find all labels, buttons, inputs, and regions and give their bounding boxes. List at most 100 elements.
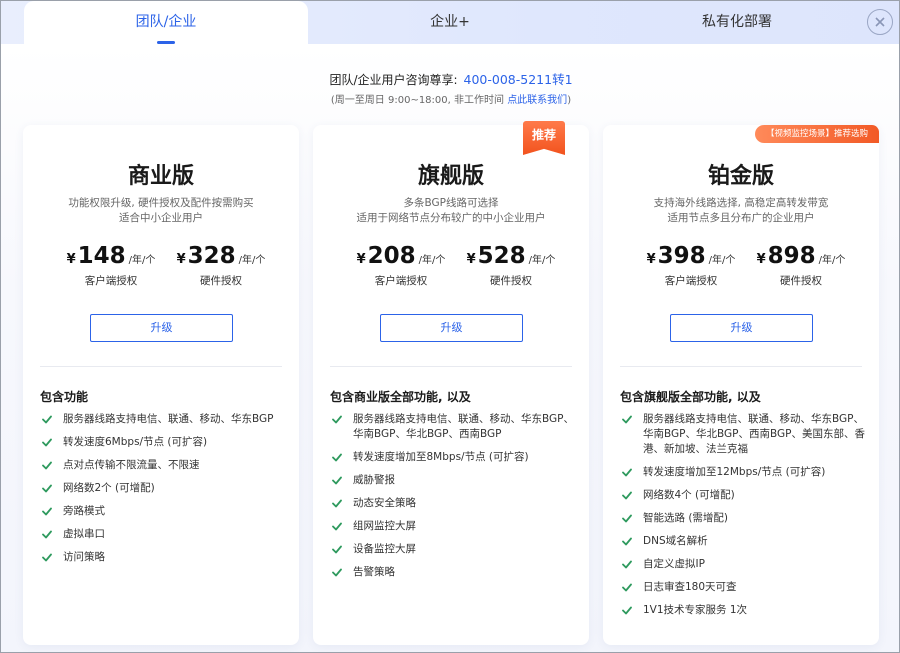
check-icon [622, 468, 632, 477]
feature-item: 1V1技术专家服务 1次 [620, 603, 865, 618]
feature-text: 服务器线路支持电信、联通、移动、华东BGP、华南BGP、华北BGP、西南BGP [353, 413, 574, 440]
feature-list: 服务器线路支持电信、联通、移动、华东BGP 转发速度6Mbps/节点 (可扩容) 点… [40, 412, 285, 573]
feature-item: 转发速度增加至12Mbps/节点 (可扩容) [620, 465, 865, 480]
tab-private-deployment[interactable]: 私有化部署 [592, 1, 882, 44]
tab-enterprise-plus[interactable]: 企业+ [308, 1, 592, 44]
check-icon [42, 461, 52, 470]
price-type: 客户端授权 [84, 275, 138, 287]
plan-desc-line: 适用节点多且分布广的企业用户 [667, 212, 815, 224]
plan-desc-line: 适用于网络节点分布较广的中小企业用户 [356, 212, 546, 224]
price-unit: /年/个 [708, 255, 736, 266]
check-icon [332, 568, 342, 577]
consult-text: 团队/企业用户咨询尊享: [329, 73, 458, 87]
plan-card-platinum: 【视频监控场景】推荐选购 铂金版 支持海外线路选择, 高稳定高转发带宽 适用节点… [603, 125, 879, 645]
feature-text: 转发速度增加至8Mbps/节点 (可扩容) [353, 451, 529, 463]
scenario-badge: 【视频监控场景】推荐选购 [755, 125, 879, 143]
feature-item: DNS域名解析 [620, 534, 865, 549]
currency-symbol: ¥ [176, 252, 186, 267]
price-client: ¥208/年/个 客户端授权 [341, 243, 461, 288]
price-hardware: ¥328/年/个 硬件授权 [161, 243, 281, 288]
price-type: 硬件授权 [490, 275, 532, 287]
currency-symbol: ¥ [66, 252, 76, 267]
feature-item: 威胁警报 [330, 473, 575, 488]
price-amount: 208 [367, 243, 416, 269]
price-hardware: ¥528/年/个 硬件授权 [451, 243, 571, 288]
check-icon [332, 476, 342, 485]
feature-text: 网络数2个 (可增配) [63, 482, 155, 494]
close-icon [875, 17, 885, 27]
feature-text: 智能选路 (需增配) [643, 512, 729, 524]
check-icon [622, 560, 632, 569]
price-client: ¥398/年/个 客户端授权 [631, 243, 751, 288]
contact-us-link[interactable]: 点此联系我们 [507, 95, 567, 106]
feature-text: 访问策略 [63, 551, 105, 563]
price-amount: 398 [657, 243, 706, 269]
currency-symbol: ¥ [646, 252, 656, 267]
features-title: 包含商业版全部功能, 以及 [330, 390, 471, 404]
upgrade-button[interactable]: 升级 [670, 314, 813, 342]
feature-item: 网络数4个 (可增配) [620, 488, 865, 503]
plan-title: 旗舰版 [417, 164, 484, 189]
check-icon [42, 415, 52, 424]
feature-item: 虚拟串口 [40, 527, 285, 542]
price-unit: /年/个 [418, 255, 446, 266]
price-amount: 328 [187, 243, 236, 269]
feature-text: 1V1技术专家服务 1次 [643, 604, 748, 616]
feature-item: 服务器线路支持电信、联通、移动、华东BGP、华南BGP、华北BGP、西南BGP [330, 412, 575, 442]
close-button[interactable] [867, 9, 893, 35]
plan-desc: 功能权限升级, 硬件授权及配件按需购买 适合中小企业用户 [23, 196, 299, 226]
price-amount: 898 [767, 243, 816, 269]
check-icon [622, 491, 632, 500]
check-icon [622, 537, 632, 546]
hours-suffix: ) [567, 95, 572, 106]
feature-item: 自定义虚拟IP [620, 557, 865, 572]
feature-item: 旁路模式 [40, 504, 285, 519]
feature-text: 服务器线路支持电信、联通、移动、华东BGP、华南BGP、华北BGP、西南BGP、… [643, 413, 865, 455]
feature-text: 虚拟串口 [63, 528, 105, 540]
consult-phone[interactable]: 400-008-5211转1 [464, 72, 573, 87]
feature-list: 服务器线路支持电信、联通、移动、华东BGP、华南BGP、华北BGP、西南BGP、… [620, 412, 865, 626]
feature-text: 动态安全策略 [353, 497, 416, 509]
price-type: 硬件授权 [780, 275, 822, 287]
feature-item: 动态安全策略 [330, 496, 575, 511]
plan-desc-line: 适合中小企业用户 [119, 212, 203, 224]
price-type: 硬件授权 [200, 275, 242, 287]
recommended-badge: 推荐 [523, 121, 565, 155]
price-hardware: ¥898/年/个 硬件授权 [741, 243, 861, 288]
consult-line: 团队/企业用户咨询尊享: 400-008-5211转1 [1, 69, 899, 88]
plan-title: 铂金版 [707, 164, 774, 189]
feature-item: 转发速度增加至8Mbps/节点 (可扩容) [330, 450, 575, 465]
currency-symbol: ¥ [356, 252, 366, 267]
plan-card-business: 商业版 功能权限升级, 硬件授权及配件按需购买 适合中小企业用户 ¥148/年/… [23, 125, 299, 645]
check-icon [42, 507, 52, 516]
check-icon [332, 522, 342, 531]
upgrade-button[interactable]: 升级 [90, 314, 233, 342]
feature-text: 组网监控大屏 [353, 520, 416, 532]
plan-desc-line: 支持海外线路选择, 高稳定高转发带宽 [653, 197, 829, 209]
divider [330, 366, 572, 367]
price-unit: /年/个 [528, 255, 556, 266]
check-icon [42, 438, 52, 447]
price-client: ¥148/年/个 客户端授权 [51, 243, 171, 288]
features-title: 包含功能 [40, 390, 89, 404]
price-amount: 148 [77, 243, 126, 269]
feature-text: 转发速度增加至12Mbps/节点 (可扩容) [643, 466, 826, 478]
features-title: 包含旗舰版全部功能, 以及 [620, 390, 761, 404]
pricing-dialog: 团队/企业 企业+ 私有化部署 团队/企业用户咨询尊享: 400-008-5211… [0, 0, 900, 653]
check-icon [622, 415, 632, 424]
main-content: 团队/企业用户咨询尊享: 400-008-5211转1 (周一至周日 9:00~1… [1, 44, 899, 652]
feature-item: 服务器线路支持电信、联通、移动、华东BGP、华南BGP、华北BGP、西南BGP、… [620, 412, 865, 457]
plan-desc-line: 多条BGP线路可选择 [403, 197, 499, 209]
tab-team-enterprise[interactable]: 团队/企业 [24, 1, 308, 44]
hours-prefix: (周一至周日 9:00~18:00, 非工作时间 [330, 95, 508, 106]
plan-tabs: 团队/企业 企业+ 私有化部署 [1, 1, 899, 44]
check-icon [332, 415, 342, 424]
feature-text: 网络数4个 (可增配) [643, 489, 735, 501]
check-icon [332, 453, 342, 462]
plan-desc: 支持海外线路选择, 高稳定高转发带宽 适用节点多且分布广的企业用户 [603, 196, 879, 226]
upgrade-button[interactable]: 升级 [380, 314, 523, 342]
price-unit: /年/个 [238, 255, 266, 266]
feature-text: 转发速度6Mbps/节点 (可扩容) [63, 436, 208, 448]
feature-item: 组网监控大屏 [330, 519, 575, 534]
feature-text: DNS域名解析 [643, 535, 708, 547]
